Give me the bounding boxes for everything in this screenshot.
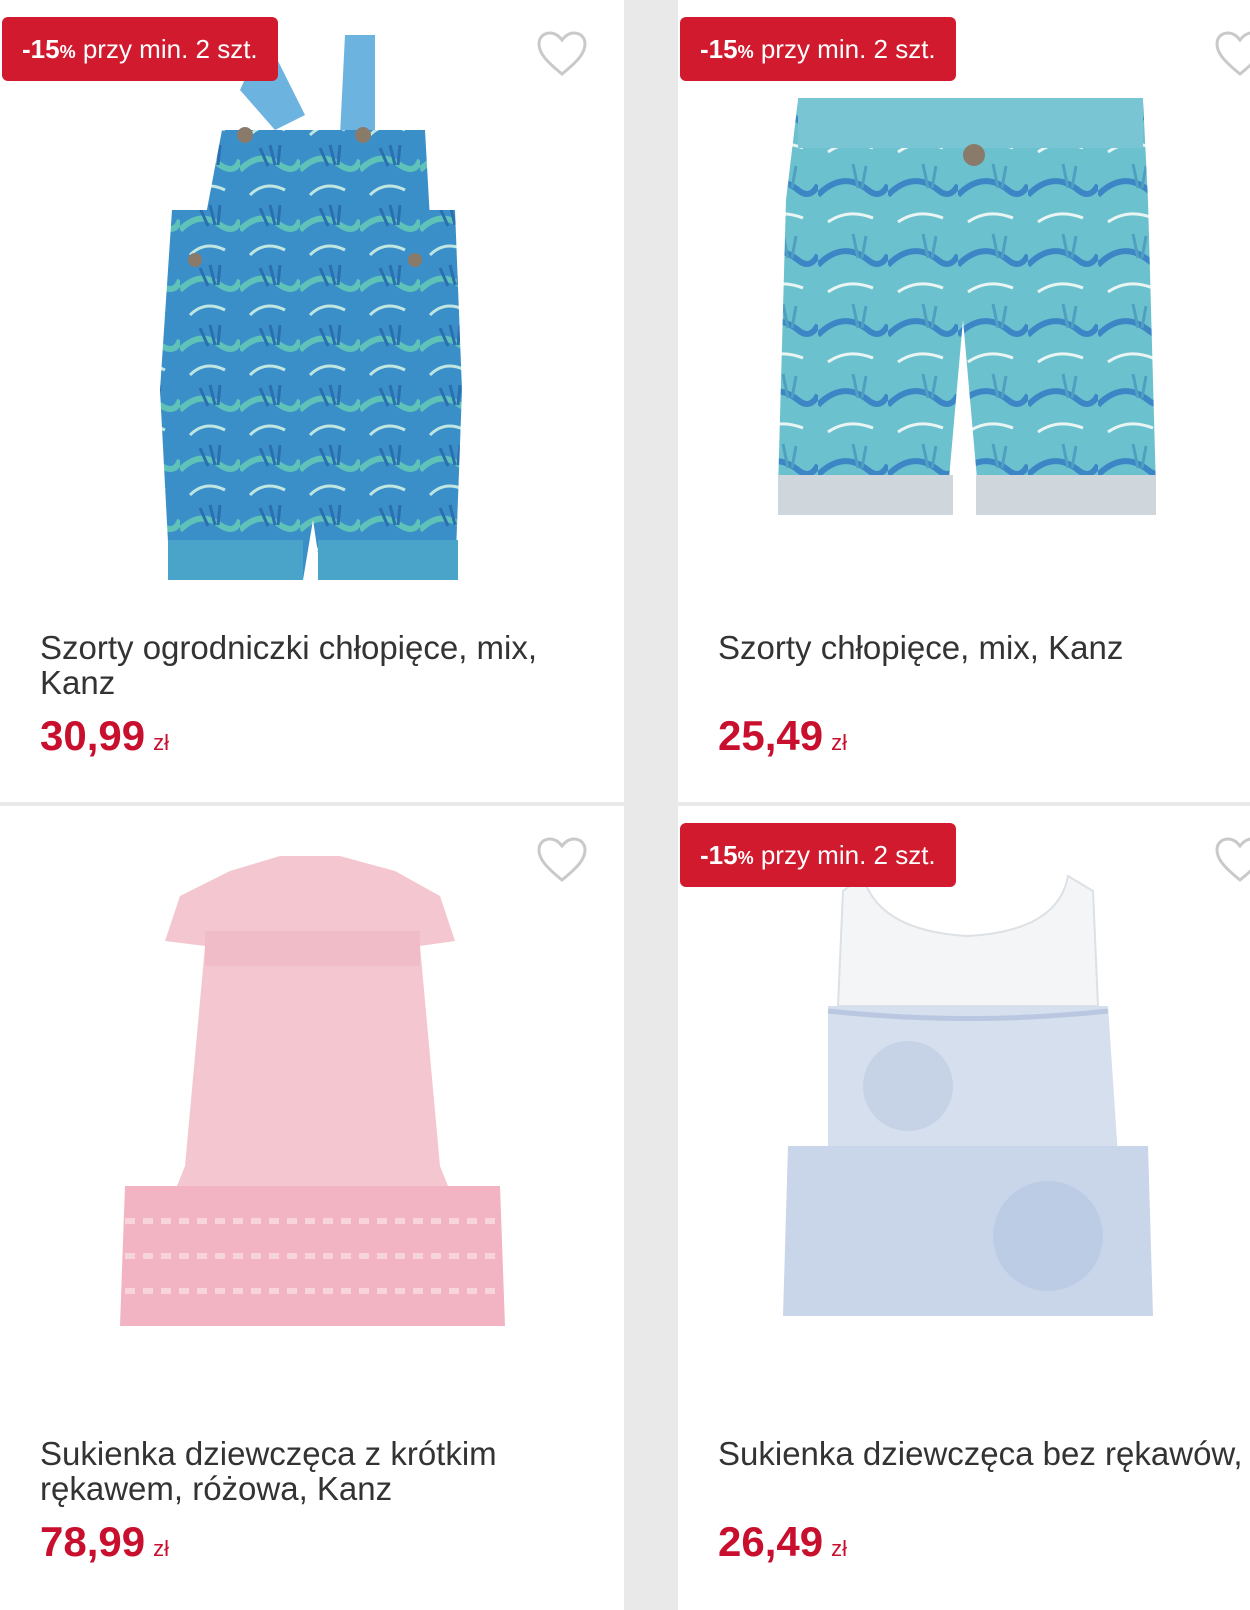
product-image[interactable] xyxy=(678,826,1250,1416)
product-name[interactable]: Sukienka dziewczęca bez rękawów, mix, Ka… xyxy=(718,1436,1250,1471)
product-card[interactable]: -15% przy min. 2 szt. xyxy=(678,0,1250,802)
product-price: 78,99 zł xyxy=(40,1518,169,1565)
product-price: 25,49 zł xyxy=(718,712,847,759)
product-name[interactable]: Szorty chłopięce, mix, Kanz xyxy=(718,630,1250,665)
pink-dress-image xyxy=(120,856,505,1326)
product-price: 30,99 zł xyxy=(40,712,169,759)
white-blue-dress-image xyxy=(783,874,1153,1316)
heart-icon[interactable] xyxy=(536,30,588,78)
product-name[interactable]: Szorty ogrodniczki chłopięce, mix, Kanz xyxy=(40,630,580,700)
product-card[interactable]: Sukienka dziewczęca z krótkim rękawem, r… xyxy=(0,806,624,1610)
discount-badge: -15% przy min. 2 szt. xyxy=(2,17,278,81)
heart-icon[interactable] xyxy=(536,836,588,884)
product-card[interactable]: -15% przy min. 2 szt. Sukienka dziewczęc… xyxy=(678,806,1250,1610)
heart-icon[interactable] xyxy=(1214,30,1250,78)
discount-badge: -15% przy min. 2 szt. xyxy=(680,823,956,887)
product-name[interactable]: Sukienka dziewczęca z krótkim rękawem, r… xyxy=(40,1436,580,1506)
product-image[interactable] xyxy=(678,20,1250,610)
overalls-image xyxy=(160,35,462,580)
product-image[interactable] xyxy=(0,826,624,1416)
shorts-image xyxy=(778,98,1156,515)
product-grid: -15% przy min. 2 szt. Szorty ogrodniczki… xyxy=(0,0,1250,1610)
discount-badge: -15% przy min. 2 szt. xyxy=(680,17,956,81)
product-image[interactable] xyxy=(0,20,624,610)
product-price: 26,49 zł xyxy=(718,1518,847,1565)
heart-icon[interactable] xyxy=(1214,836,1250,884)
product-card[interactable]: -15% przy min. 2 szt. xyxy=(0,0,624,802)
